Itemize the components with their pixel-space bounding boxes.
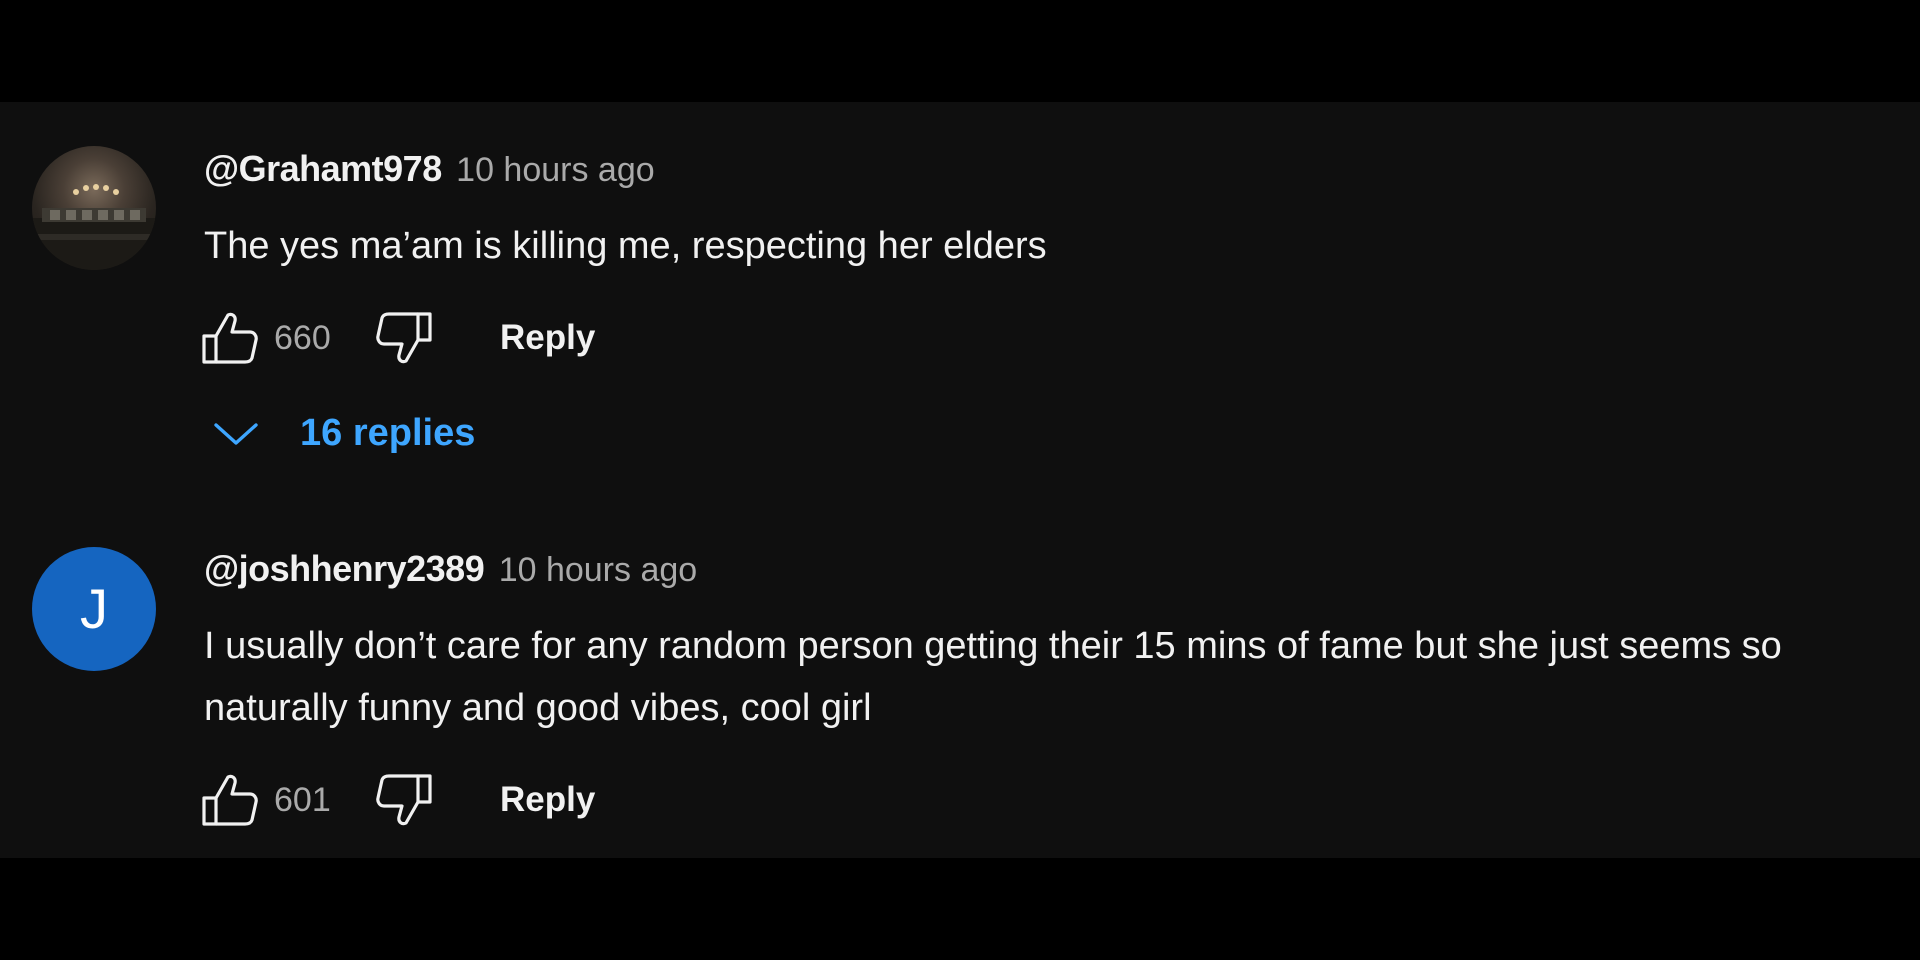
comment-author[interactable]: @Grahamt978 [204,148,442,189]
thumbs-up-icon [202,774,258,826]
like-count: 601 [274,780,331,819]
view-replies-button[interactable]: 16 replies [212,412,475,455]
comments-panel: @Grahamt978 10 hours ago The yes ma’am i… [0,102,1920,858]
avatar[interactable] [32,146,156,270]
dislike-button[interactable] [374,308,434,368]
comment-text: The yes ma’am is killing me, respecting … [204,225,1047,267]
thumbs-down-icon [376,312,432,364]
reply-button[interactable]: Reply [500,780,595,820]
like-button[interactable] [200,770,260,830]
comment-author[interactable]: @joshhenry2389 [204,548,485,589]
like-button[interactable] [200,308,260,368]
chevron-down-icon [214,422,258,445]
thumbs-up-icon [202,312,258,364]
stadium-photo-icon [32,184,156,270]
replies-count-label: 16 replies [300,412,476,454]
comment-timestamp[interactable]: 10 hours ago [456,151,655,189]
thumbs-down-icon [376,774,432,826]
like-count: 660 [274,318,331,357]
reply-button[interactable]: Reply [500,318,595,358]
comment-actions: 601 Reply [200,770,595,830]
dislike-button[interactable] [374,770,434,830]
comment-timestamp[interactable]: 10 hours ago [499,551,698,589]
comment-actions: 660 Reply [200,308,595,368]
comment-text: I usually don’t care for any random pers… [204,625,1782,729]
avatar[interactable]: J [32,547,156,671]
